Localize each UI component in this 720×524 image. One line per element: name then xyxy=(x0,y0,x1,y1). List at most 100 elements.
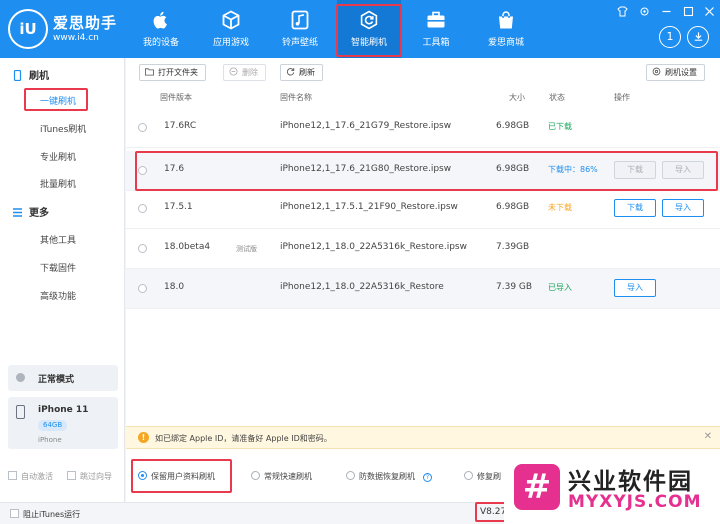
delete-label: 删除 xyxy=(242,68,258,77)
option-label: 修复刷 xyxy=(477,472,501,481)
import-button[interactable]: 导入 xyxy=(662,199,704,217)
firmware-version: 18.0beta4 xyxy=(164,242,211,252)
nav-my-device[interactable]: 我的设备 xyxy=(129,0,193,58)
checkbox[interactable] xyxy=(8,471,17,480)
option-label: 防数据恢复刷机 xyxy=(359,472,415,481)
close-icon[interactable]: ✕ xyxy=(704,431,712,442)
row-radio[interactable] xyxy=(138,284,147,293)
mode-status-dot xyxy=(16,373,25,382)
refresh-label: 刷新 xyxy=(299,68,315,77)
nav-label: 我的设备 xyxy=(142,38,179,48)
firmware-size: 6.98GB xyxy=(496,121,530,131)
open-folder-label: 打开文件夹 xyxy=(158,68,198,77)
option-anti-recovery[interactable]: 防数据恢复刷机? xyxy=(346,471,432,482)
flash-settings-label: 刷机设置 xyxy=(665,68,697,77)
import-button[interactable]: 导入 xyxy=(614,279,656,297)
notification-badge[interactable]: 1 xyxy=(659,26,681,48)
sidebar-group-more: 更多 xyxy=(12,204,49,219)
help-icon[interactable]: ? xyxy=(423,473,432,482)
row-radio[interactable] xyxy=(138,123,147,132)
settings-icon[interactable] xyxy=(639,6,650,17)
beta-tag: 测试版 xyxy=(236,245,257,253)
main-panel: 打开文件夹 删除 刷新 刷机设置 固件版本 固件名称 大小 状态 操作 17.6… xyxy=(126,58,720,502)
skip-guide-checkbox[interactable]: 跳过向导 xyxy=(67,471,112,482)
radio[interactable] xyxy=(346,471,355,480)
firmware-size: 6.98GB xyxy=(496,202,530,212)
sidebar-item-itunes-flash[interactable]: iTunes刷机 xyxy=(40,122,86,135)
block-itunes-checkbox[interactable]: 阻止iTunes运行 xyxy=(10,509,80,520)
firmware-name: iPhone12,1_18.0_22A5316k_Restore xyxy=(280,282,444,292)
nav-highlight-box xyxy=(336,4,402,57)
radio[interactable] xyxy=(251,471,260,480)
sidebar-group-label: 更多 xyxy=(29,208,49,219)
refresh-icon xyxy=(286,68,295,76)
brand-url: www.i4.cn xyxy=(53,33,99,43)
menu-icon xyxy=(13,208,22,217)
row-radio[interactable] xyxy=(138,244,147,253)
download-button[interactable]: 下载 xyxy=(614,199,656,217)
gear-icon xyxy=(652,67,661,76)
sidebar-item-batch-flash[interactable]: 批量刷机 xyxy=(40,177,76,190)
checkbox-label: 跳过向导 xyxy=(80,472,112,481)
device-mode-panel: 正常模式 xyxy=(8,365,118,391)
shirt-icon[interactable] xyxy=(617,6,628,17)
mode-label: 正常模式 xyxy=(38,375,75,385)
music-icon xyxy=(291,10,309,30)
watermark-url: MYXYJS.COM xyxy=(568,492,702,512)
download-button[interactable] xyxy=(687,26,709,48)
table-row[interactable]: 17.5.1 iPhone12,1_17.5.1_21F90_Restore.i… xyxy=(126,189,720,229)
nav-apps-games[interactable]: 应用游戏 xyxy=(199,0,263,58)
firmware-status: 未下载 xyxy=(548,203,572,212)
row-radio[interactable] xyxy=(138,204,147,213)
checkbox-label: 自动激活 xyxy=(21,472,53,481)
sidebar-group-label: 刷机 xyxy=(29,71,49,82)
download-icon xyxy=(694,32,702,41)
phone-icon xyxy=(13,70,22,81)
delete-button[interactable]: 删除 xyxy=(223,64,266,81)
watermark-logo: # xyxy=(514,464,560,510)
sidebar-item-pro-flash[interactable]: 专业刷机 xyxy=(40,150,76,163)
nav-label: 爱思商城 xyxy=(487,38,524,48)
nav-toolbox[interactable]: 工具箱 xyxy=(404,0,468,58)
flash-settings-button[interactable]: 刷机设置 xyxy=(646,64,705,81)
radio[interactable] xyxy=(464,471,473,480)
app-header: iU 爱思助手 www.i4.cn 我的设备 应用游戏 铃声壁纸 智能刷机 工具… xyxy=(0,0,720,58)
table-row[interactable]: 17.6RC iPhone12,1_17.6_21G79_Restore.ips… xyxy=(126,108,720,148)
close-icon[interactable] xyxy=(704,6,715,17)
checkbox[interactable] xyxy=(67,471,76,480)
table-row[interactable]: 18.0 iPhone12,1_18.0_22A5316k_Restore 7.… xyxy=(126,269,720,309)
column-header-size: 大小 xyxy=(509,93,525,102)
warning-icon: ! xyxy=(138,432,149,443)
minimize-icon[interactable] xyxy=(661,6,672,17)
watermark: # 兴业软件园 MYXYJS.COM xyxy=(504,458,720,524)
option-quick-flash[interactable]: 常规快速刷机 xyxy=(251,471,312,482)
open-folder-button[interactable]: 打开文件夹 xyxy=(139,64,206,81)
table-row[interactable]: 18.0beta4 测试版 iPhone12,1_18.0_22A5316k_R… xyxy=(126,229,720,269)
auto-activate-checkbox[interactable]: 自动激活 xyxy=(8,471,53,482)
column-header-action: 操作 xyxy=(614,93,630,102)
sidebar-highlight-box xyxy=(24,88,88,111)
sidebar-item-other-tools[interactable]: 其他工具 xyxy=(40,233,76,246)
option-repair-flash[interactable]: 修复刷 xyxy=(464,471,501,482)
option-highlight-box xyxy=(131,459,232,493)
brand-name: 爱思助手 xyxy=(53,14,118,32)
toolbox-icon xyxy=(427,11,445,28)
nav-label: 应用游戏 xyxy=(212,38,249,48)
checkbox[interactable] xyxy=(10,509,19,518)
device-panel[interactable]: iPhone 11 64GB iPhone xyxy=(8,397,118,449)
nav-store[interactable]: 爱思商城 xyxy=(474,0,538,58)
apple-icon xyxy=(153,11,167,29)
column-header-version: 固件版本 xyxy=(160,93,192,102)
firmware-name: iPhone12,1_17.6_21G79_Restore.ipsw xyxy=(280,121,452,131)
capacity-badge: 64GB xyxy=(38,420,68,431)
refresh-button[interactable]: 刷新 xyxy=(280,64,323,81)
sidebar-item-advanced[interactable]: 高级功能 xyxy=(40,289,76,302)
nav-label: 工具箱 xyxy=(422,38,450,48)
nav-ringtones[interactable]: 铃声壁纸 xyxy=(268,0,332,58)
maximize-icon[interactable] xyxy=(683,6,694,17)
row-highlight-box xyxy=(135,151,718,191)
device-type: iPhone xyxy=(38,436,62,444)
device-name: iPhone 11 xyxy=(38,405,89,415)
sidebar-item-download-firmware[interactable]: 下载固件 xyxy=(40,261,76,274)
checkbox-label: 阻止iTunes运行 xyxy=(23,510,81,519)
